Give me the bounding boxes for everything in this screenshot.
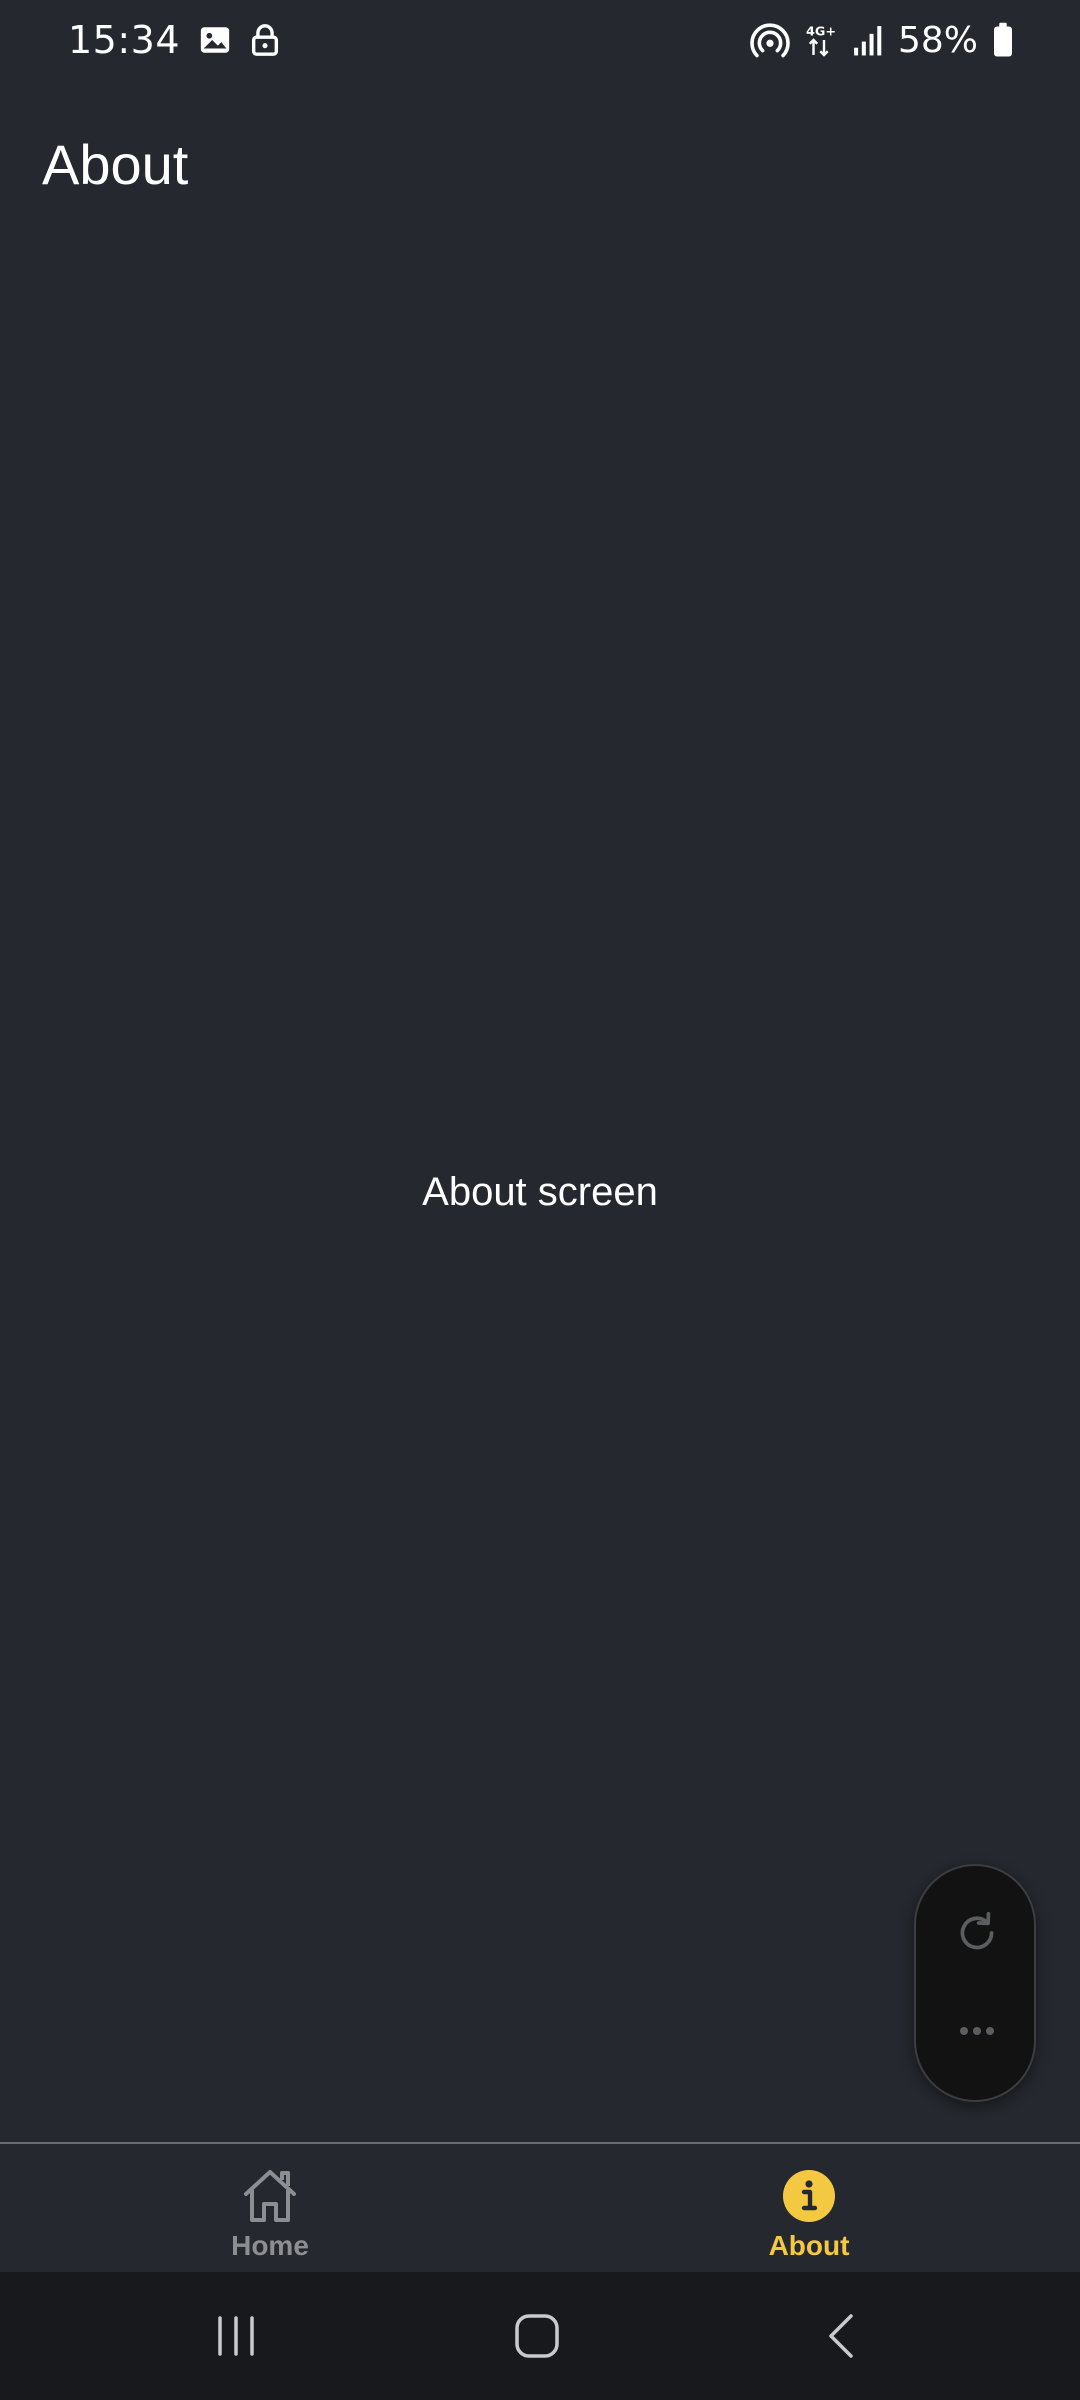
battery-icon [992, 22, 1014, 58]
status-bar: 15:34 4G+ 58% [0, 0, 1080, 80]
tab-bar: Home About [0, 2142, 1080, 2272]
network-4g-icon: 4G+ [804, 22, 838, 58]
back-icon[interactable] [811, 2306, 871, 2366]
refresh-icon[interactable] [952, 1908, 1002, 1958]
image-icon [198, 23, 232, 57]
info-icon [777, 2164, 841, 2228]
lock-icon [250, 23, 280, 57]
tab-about[interactable]: About [709, 2164, 909, 2264]
hotspot-icon [750, 22, 790, 58]
system-nav-bar [0, 2272, 1080, 2400]
more-icon[interactable] [952, 2016, 1002, 2046]
about-screen-text: About screen [422, 1170, 658, 1214]
tab-home[interactable]: Home [170, 2164, 370, 2264]
status-time: 15:34 [68, 18, 181, 62]
signal-icon [852, 23, 884, 57]
tab-home-label: Home [231, 2230, 309, 2261]
home-icon [238, 2164, 302, 2228]
home-button-icon[interactable] [507, 2306, 567, 2366]
battery-percent: 58% [897, 19, 978, 61]
network-label: 4G+ [806, 25, 836, 40]
floating-panel [914, 1864, 1036, 2102]
recents-icon[interactable] [206, 2306, 266, 2366]
tab-about-label: About [768, 2230, 850, 2261]
status-left: 15:34 [68, 14, 280, 66]
status-right: 4G+ 58% [750, 14, 1014, 66]
page-title: About [42, 133, 189, 196]
